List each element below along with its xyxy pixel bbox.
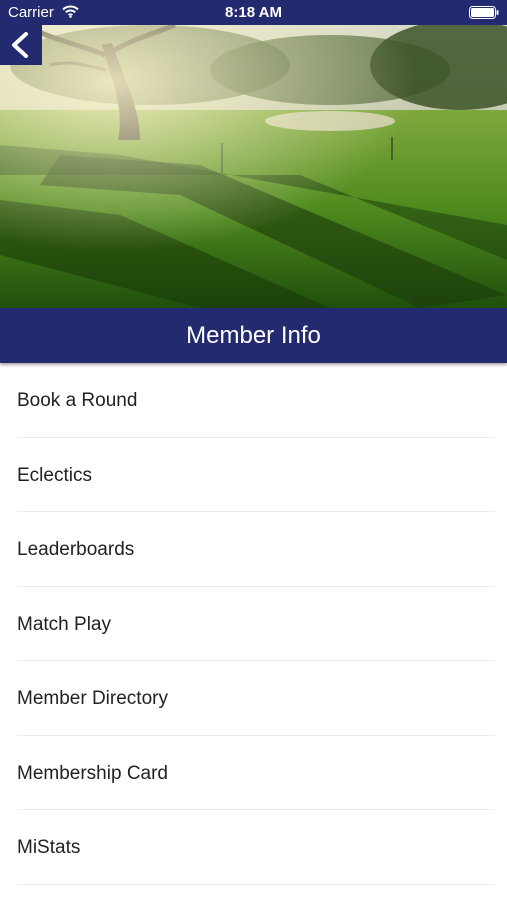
menu-item-label: Book a Round — [17, 390, 138, 411]
page-title: Member Info — [0, 308, 507, 363]
menu-item-label: Member Directory — [17, 688, 168, 709]
menu-item-label: Match Play — [17, 613, 111, 635]
menu-item-match-play[interactable]: Match Play — [0, 587, 507, 661]
battery-icon — [469, 6, 499, 19]
menu-item-member-directory[interactable]: Member Directory — [0, 661, 507, 736]
back-button[interactable] — [0, 25, 42, 65]
golf-course-photo — [0, 25, 507, 308]
menu-item-label: Leaderboards — [17, 539, 135, 560]
menu-list: Book a Round Eclectics Leaderboards Matc… — [0, 363, 507, 885]
menu-item-label: Membership Card — [17, 762, 168, 784]
menu-item-eclectics[interactable]: Eclectics — [0, 438, 507, 512]
status-time: 8:18 AM — [225, 4, 282, 21]
menu-item-mistats[interactable]: MiStats — [0, 810, 507, 885]
menu-item-book-a-round[interactable]: Book a Round — [0, 363, 507, 438]
chevron-left-icon — [12, 32, 28, 58]
menu-item-leaderboards[interactable]: Leaderboards — [0, 512, 507, 587]
divider — [17, 883, 495, 885]
menu-item-label: MiStats — [17, 837, 81, 858]
menu-item-membership-card[interactable]: Membership Card — [0, 736, 507, 810]
status-bar: Carrier 8:18 AM — [0, 0, 507, 25]
menu-item-label: Eclectics — [17, 464, 92, 486]
